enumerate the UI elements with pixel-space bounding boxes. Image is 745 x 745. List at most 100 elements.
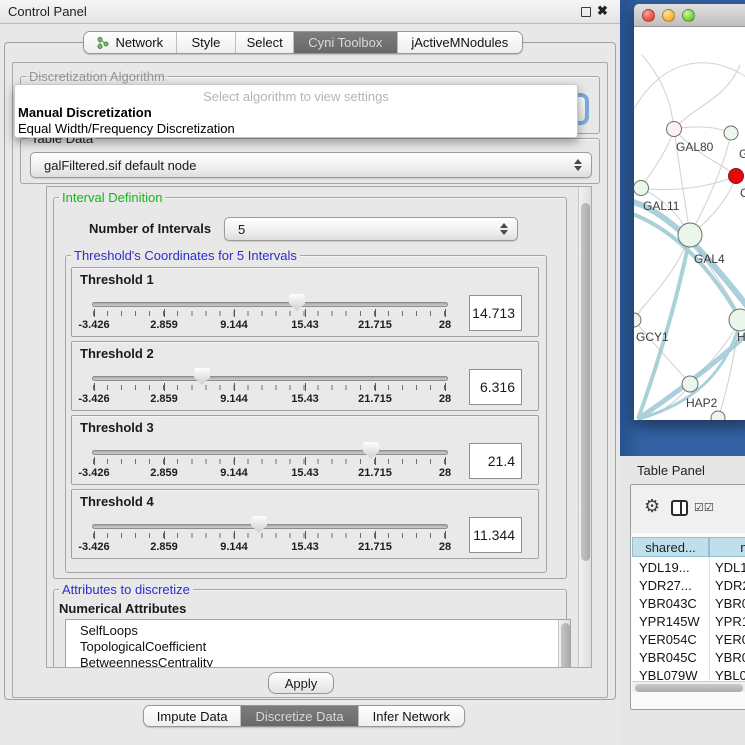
dropdown-option-equal-width[interactable]: Equal Width/Frequency Discretization bbox=[18, 121, 235, 136]
slider-ticks bbox=[93, 385, 450, 390]
column-header-name[interactable]: na bbox=[709, 537, 745, 557]
tick-label: 2.859 bbox=[150, 467, 178, 479]
close-icon[interactable]: ✖ bbox=[597, 3, 608, 19]
network-nodes[interactable] bbox=[634, 122, 745, 421]
tick-label: -3.426 bbox=[78, 393, 109, 405]
network-window-titlebar[interactable] bbox=[634, 4, 745, 27]
gear-icon[interactable]: ⚙ bbox=[644, 497, 660, 515]
attributes-group-title: Attributes to discretize bbox=[59, 583, 193, 597]
tick-label: 15.43 bbox=[291, 467, 319, 479]
svg-text:GAL4: GAL4 bbox=[694, 252, 725, 266]
tab-select[interactable]: Select bbox=[235, 32, 293, 53]
list-item[interactable]: TopologicalCoefficient bbox=[80, 639, 206, 654]
algorithm-group-title: Discretization Algorithm bbox=[26, 70, 168, 84]
tab-cyni-toolbox-label: Cyni Toolbox bbox=[308, 35, 382, 50]
tick-label: 21.715 bbox=[358, 467, 392, 479]
number-of-intervals-combobox[interactable]: 5 bbox=[224, 217, 518, 241]
node-red-selected bbox=[729, 169, 744, 184]
thresholds-group-title: Threshold's Coordinates for 5 Intervals bbox=[71, 249, 300, 263]
threshold-4-slider-track[interactable] bbox=[92, 524, 448, 529]
threshold-3-panel: Threshold 3 -3.426 2.859 9.144 15.43 21.… bbox=[71, 415, 539, 485]
threshold-2-label: Threshold 2 bbox=[80, 346, 154, 361]
threshold-3-value-field[interactable]: 21.4 bbox=[469, 443, 522, 479]
threshold-2-value-field[interactable]: 6.316 bbox=[469, 369, 522, 405]
tab-impute-data-label: Impute Data bbox=[157, 709, 228, 724]
threshold-1-value-field[interactable]: 14.713 bbox=[469, 295, 522, 331]
tick-label: 28 bbox=[439, 319, 451, 331]
tab-style[interactable]: Style bbox=[176, 32, 236, 53]
numerical-attributes-label: Numerical Attributes bbox=[59, 601, 186, 616]
table-row[interactable]: YER054CYER0 bbox=[632, 631, 745, 649]
zoom-traffic-light-icon[interactable] bbox=[682, 9, 695, 22]
threshold-3-slider-track[interactable] bbox=[92, 450, 448, 455]
threshold-2-slider-track[interactable] bbox=[92, 376, 448, 381]
svg-text:GAL11: GAL11 bbox=[643, 199, 680, 213]
table-body: YDL19...YDL1 YDR27...YDR2 YBR043CYBR0 YP… bbox=[632, 557, 745, 682]
list-item[interactable]: BetweennessCentrality bbox=[80, 655, 213, 668]
threshold-4-slider-thumb[interactable] bbox=[251, 516, 267, 533]
tab-style-label: Style bbox=[191, 35, 220, 50]
tick-label: 15.43 bbox=[291, 393, 319, 405]
threshold-4-label: Threshold 4 bbox=[80, 494, 154, 509]
tab-network[interactable]: Network bbox=[84, 32, 176, 53]
tick-label: 21.715 bbox=[358, 393, 392, 405]
list-item[interactable]: SelfLoops bbox=[80, 623, 138, 638]
close-traffic-light-icon[interactable] bbox=[642, 9, 655, 22]
tab-impute-data[interactable]: Impute Data bbox=[144, 706, 240, 726]
scrollbar-thumb[interactable] bbox=[635, 684, 743, 692]
tab-jactivemnodules[interactable]: jActiveMNodules bbox=[397, 32, 522, 53]
node-hap2 bbox=[682, 376, 698, 392]
threshold-1-label: Threshold 1 bbox=[80, 272, 154, 287]
table-row[interactable]: YPR145WYPR1 bbox=[632, 613, 745, 631]
tab-select-label: Select bbox=[247, 35, 283, 50]
tab-cyni-toolbox[interactable]: Cyni Toolbox bbox=[293, 32, 397, 53]
threshold-4-panel: Threshold 4 -3.426 2.859 9.144 15.43 21.… bbox=[71, 489, 539, 559]
attributes-scrollbar[interactable] bbox=[558, 620, 570, 668]
table-row[interactable]: YBR043CYBR0 bbox=[632, 595, 745, 613]
tick-label: 21.715 bbox=[358, 541, 392, 553]
threshold-1-slider-track[interactable] bbox=[92, 302, 448, 307]
tab-infer-network[interactable]: Infer Network bbox=[358, 706, 464, 726]
tab-infer-network-label: Infer Network bbox=[373, 709, 450, 724]
tick-label: 21.715 bbox=[358, 319, 392, 331]
threshold-3-slider-thumb[interactable] bbox=[363, 442, 379, 459]
minimize-traffic-light-icon[interactable] bbox=[662, 9, 675, 22]
slider-ticks bbox=[93, 533, 450, 538]
float-window-icon[interactable] bbox=[581, 7, 591, 17]
svg-text:HAP2: HAP2 bbox=[686, 396, 718, 410]
numerical-attributes-list[interactable]: SelfLoops TopologicalCoefficient Between… bbox=[65, 619, 571, 668]
threshold-4-value-field[interactable]: 11.344 bbox=[469, 517, 522, 553]
settings-scrollbar[interactable] bbox=[578, 187, 591, 667]
network-canvas[interactable]: GAL80 GA C GAL11 GAL4 GCY1 H HAP2 bbox=[634, 27, 745, 420]
table-row[interactable]: YBL079WYBL0 bbox=[632, 667, 745, 682]
node-labels: GAL80 GA C GAL11 GAL4 GCY1 H HAP2 bbox=[636, 140, 745, 410]
settings-scroll-viewport: Interval Definition Number of Intervals … bbox=[46, 186, 592, 668]
combo-spinner-icon bbox=[500, 223, 508, 235]
tick-label: 15.43 bbox=[291, 541, 319, 553]
network-view-window[interactable]: GAL80 GA C GAL11 GAL4 GCY1 H HAP2 bbox=[634, 4, 745, 420]
algorithm-dropdown-popup: Select algorithm to view settings Manual… bbox=[14, 84, 578, 138]
node-gal11 bbox=[634, 181, 649, 196]
table-row[interactable]: YBR045CYBR0 bbox=[632, 649, 745, 667]
column-header-shared[interactable]: shared... bbox=[632, 537, 709, 557]
tick-label: 28 bbox=[439, 393, 451, 405]
threshold-1-slider-thumb[interactable] bbox=[289, 294, 305, 311]
horizontal-scrollbar[interactable] bbox=[632, 681, 745, 692]
threshold-3-label: Threshold 3 bbox=[80, 420, 154, 435]
checkbox-icons[interactable]: ☑☑ bbox=[694, 501, 714, 514]
threshold-2-slider-thumb[interactable] bbox=[194, 368, 210, 385]
table-data-combobox[interactable]: galFiltered.sif default node bbox=[30, 152, 592, 178]
columns-icon[interactable] bbox=[671, 500, 688, 516]
threshold-1-panel: Threshold 1 -3.426 2.859 9.144 15.43 21.… bbox=[71, 267, 539, 337]
apply-button[interactable]: Apply bbox=[268, 672, 334, 694]
table-row[interactable]: YDR27...YDR2 bbox=[632, 577, 745, 595]
svg-text:GA: GA bbox=[739, 147, 745, 161]
tick-label: 2.859 bbox=[150, 319, 178, 331]
tab-discretize-data[interactable]: Discretize Data bbox=[240, 706, 357, 726]
tick-label: 2.859 bbox=[150, 393, 178, 405]
table-row[interactable]: YDL19...YDL1 bbox=[632, 559, 745, 577]
number-of-intervals-value: 5 bbox=[238, 222, 245, 237]
dropdown-option-manual[interactable]: Manual Discretization bbox=[18, 105, 152, 120]
column-divider bbox=[709, 557, 710, 682]
apply-button-label: Apply bbox=[285, 676, 318, 691]
